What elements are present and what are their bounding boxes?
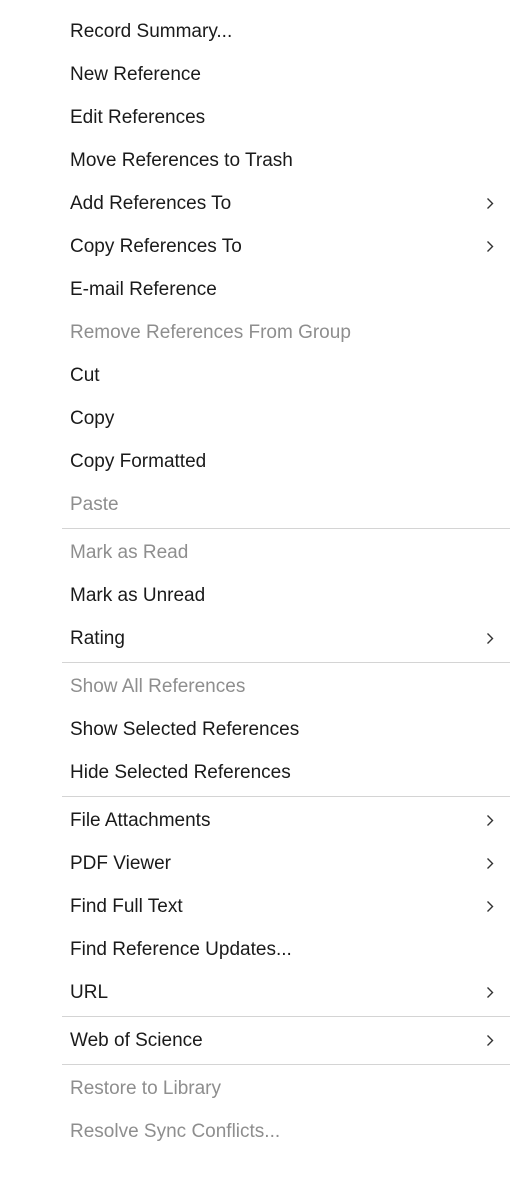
- menu-item-mark-as-read: Mark as Read: [0, 531, 510, 574]
- menu-item-label: Move References to Trash: [70, 150, 293, 171]
- menu-item-label: Resolve Sync Conflicts...: [70, 1121, 281, 1142]
- menu-separator: [62, 662, 510, 663]
- menu-separator: [62, 1064, 510, 1065]
- menu-item-resolve-sync-conflicts: Resolve Sync Conflicts...: [0, 1110, 510, 1153]
- menu-item-label: Restore to Library: [70, 1078, 222, 1099]
- menu-item-url[interactable]: URL: [0, 971, 510, 1014]
- menu-item-move-to-trash[interactable]: Move References to Trash: [0, 139, 510, 182]
- menu-item-edit-references[interactable]: Edit References: [0, 96, 510, 139]
- menu-item-show-selected-references[interactable]: Show Selected References: [0, 708, 510, 751]
- chevron-right-icon: [483, 1019, 497, 1062]
- chevron-right-icon: [483, 225, 497, 268]
- menu-item-label: Mark as Unread: [70, 585, 206, 606]
- menu-item-label: Hide Selected References: [70, 762, 291, 783]
- menu-item-label: URL: [70, 982, 109, 1003]
- chevron-right-icon: [483, 885, 497, 928]
- menu-item-copy[interactable]: Copy: [0, 397, 510, 440]
- menu-item-new-reference[interactable]: New Reference: [0, 53, 510, 96]
- menu-item-label: Show All References: [70, 676, 246, 697]
- menu-item-label: Cut: [70, 365, 100, 386]
- menu-item-label: File Attachments: [70, 810, 211, 831]
- menu-item-remove-from-group: Remove References From Group: [0, 311, 510, 354]
- menu-separator: [62, 796, 510, 797]
- chevron-right-icon: [483, 842, 497, 885]
- menu-item-show-all-references: Show All References: [0, 665, 510, 708]
- menu-item-label: Find Reference Updates...: [70, 939, 292, 960]
- menu-item-email-reference[interactable]: E-mail Reference: [0, 268, 510, 311]
- menu-item-rating[interactable]: Rating: [0, 617, 510, 660]
- chevron-right-icon: [483, 182, 497, 225]
- menu-item-restore-to-library: Restore to Library: [0, 1067, 510, 1110]
- chevron-right-icon: [483, 617, 497, 660]
- menu-item-label: Mark as Read: [70, 542, 189, 563]
- menu-item-mark-as-unread[interactable]: Mark as Unread: [0, 574, 510, 617]
- context-menu: Record Summary... New Reference Edit Ref…: [0, 0, 510, 1184]
- menu-item-hide-selected-references[interactable]: Hide Selected References: [0, 751, 510, 794]
- menu-item-label: Remove References From Group: [70, 322, 351, 343]
- menu-item-paste: Paste: [0, 483, 510, 526]
- menu-item-label: Add References To: [70, 193, 232, 214]
- menu-item-copy-formatted[interactable]: Copy Formatted: [0, 440, 510, 483]
- menu-item-pdf-viewer[interactable]: PDF Viewer: [0, 842, 510, 885]
- menu-item-label: E-mail Reference: [70, 279, 217, 300]
- menu-item-label: Edit References: [70, 107, 206, 128]
- menu-item-label: New Reference: [70, 64, 201, 85]
- menu-item-web-of-science[interactable]: Web of Science: [0, 1019, 510, 1062]
- menu-item-label: PDF Viewer: [70, 853, 172, 874]
- menu-item-label: Find Full Text: [70, 896, 183, 917]
- menu-separator: [62, 528, 510, 529]
- menu-item-record-summary[interactable]: Record Summary...: [0, 10, 510, 53]
- menu-item-label: Copy References To: [70, 236, 242, 257]
- menu-item-copy-references-to[interactable]: Copy References To: [0, 225, 510, 268]
- menu-item-label: Paste: [70, 494, 119, 515]
- menu-item-add-references-to[interactable]: Add References To: [0, 182, 510, 225]
- menu-item-find-full-text[interactable]: Find Full Text: [0, 885, 510, 928]
- menu-item-label: Copy: [70, 408, 115, 429]
- chevron-right-icon: [483, 971, 497, 1014]
- chevron-right-icon: [483, 799, 497, 842]
- menu-item-label: Show Selected References: [70, 719, 300, 740]
- menu-item-file-attachments[interactable]: File Attachments: [0, 799, 510, 842]
- menu-item-find-reference-updates[interactable]: Find Reference Updates...: [0, 928, 510, 971]
- menu-item-label: Copy Formatted: [70, 451, 207, 472]
- menu-item-label: Rating: [70, 628, 125, 649]
- menu-item-cut[interactable]: Cut: [0, 354, 510, 397]
- menu-separator: [62, 1016, 510, 1017]
- menu-item-label: Web of Science: [70, 1030, 203, 1051]
- menu-item-label: Record Summary...: [70, 21, 233, 42]
